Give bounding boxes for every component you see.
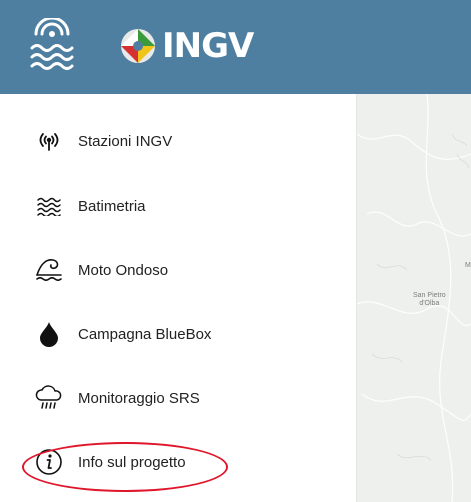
water-drop-icon: [34, 319, 64, 349]
sea-waves-logo: [30, 18, 74, 70]
waves-icon: [34, 191, 64, 221]
ocean-wave-icon: [34, 255, 64, 285]
sidebar-item-label: Info sul progetto: [78, 453, 186, 471]
map-edge-label: M: [465, 262, 471, 269]
sidebar-item-monitoraggio-srs[interactable]: Monitoraggio SRS: [0, 373, 356, 423]
cloud-rain-icon: [34, 383, 64, 413]
radio-tower-icon: [34, 126, 64, 156]
sidebar-item-moto-ondoso[interactable]: Moto Ondoso: [0, 245, 356, 295]
map-view[interactable]: San Pietro d'Olba M: [357, 94, 471, 502]
sidebar-item-label: Monitoraggio SRS: [78, 389, 200, 407]
sidebar-item-info-sul-progetto[interactable]: Info sul progetto: [0, 437, 356, 487]
sidebar-item-label: Stazioni INGV: [78, 132, 173, 150]
sidebar-item-label: Campagna BlueBox: [78, 325, 212, 343]
sidebar-item-campagna-bluebox[interactable]: Campagna BlueBox: [0, 309, 356, 359]
ingv-globe-icon: [121, 29, 155, 63]
sidebar-item-batimetria[interactable]: Batimetria: [0, 181, 356, 231]
info-icon: [34, 447, 64, 477]
brand-name: INGV: [162, 26, 254, 66]
app-header: INGV: [0, 0, 471, 94]
sidebar-item-label: Moto Ondoso: [78, 261, 169, 279]
sidebar-item-stazioni-ingv[interactable]: Stazioni INGV: [0, 116, 356, 166]
sidebar-item-label: Batimetria: [78, 197, 146, 215]
map-place-label: San Pietro d'Olba: [413, 292, 446, 307]
ingv-logo[interactable]: INGV: [118, 26, 254, 66]
sidebar: Stazioni INGV Batimetria Moto Ondoso Cam…: [0, 94, 357, 502]
